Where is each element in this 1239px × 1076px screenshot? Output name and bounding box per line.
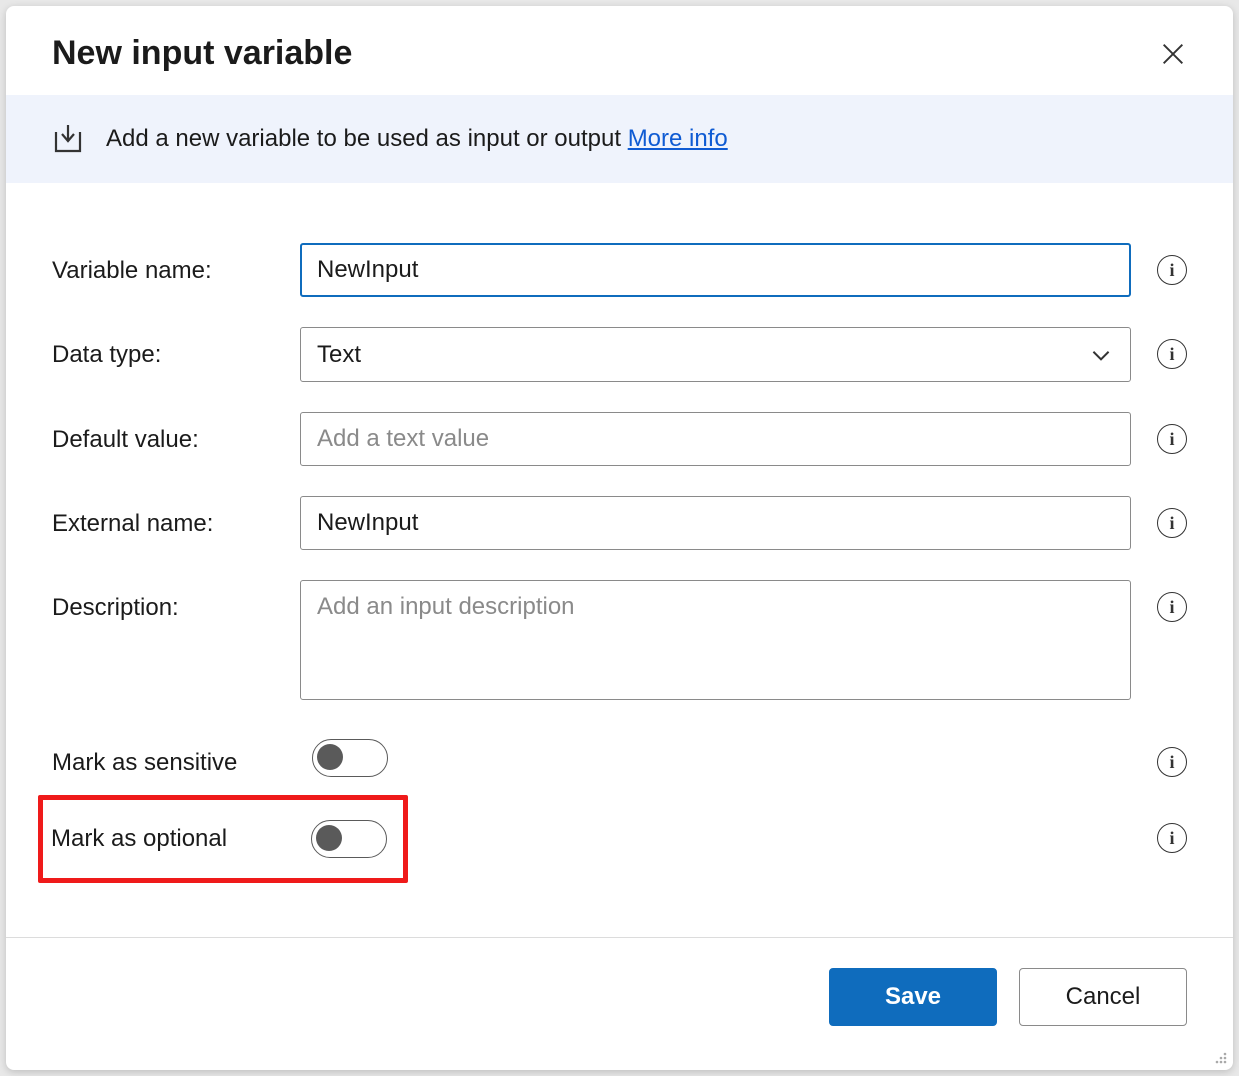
- resize-grip-icon[interactable]: [1211, 1048, 1229, 1066]
- import-icon: [52, 123, 84, 155]
- info-icon[interactable]: i: [1157, 592, 1187, 622]
- info-icon[interactable]: i: [1157, 255, 1187, 285]
- info-icon[interactable]: i: [1157, 508, 1187, 538]
- dialog-footer: Save Cancel: [6, 937, 1233, 1070]
- field-external-name: External name: i: [52, 496, 1187, 550]
- mark-sensitive-label: Mark as sensitive: [52, 735, 312, 777]
- info-icon[interactable]: i: [1157, 823, 1187, 853]
- mark-sensitive-toggle[interactable]: [312, 739, 388, 777]
- description-label: Description:: [52, 580, 300, 622]
- default-value-input[interactable]: [300, 412, 1131, 466]
- save-button[interactable]: Save: [829, 968, 997, 1026]
- default-value-label: Default value:: [52, 412, 300, 454]
- info-bar: Add a new variable to be used as input o…: [6, 95, 1233, 183]
- field-default-value: Default value: i: [52, 412, 1187, 466]
- external-name-input[interactable]: [300, 496, 1131, 550]
- data-type-select[interactable]: Text: [300, 327, 1131, 382]
- field-description: Description: i: [52, 580, 1187, 705]
- info-icon[interactable]: i: [1157, 424, 1187, 454]
- more-info-link[interactable]: More info: [628, 125, 728, 152]
- toggle-thumb: [317, 744, 343, 770]
- data-type-value: Text: [317, 341, 361, 369]
- info-icon[interactable]: i: [1157, 747, 1187, 777]
- dialog-body: Variable name: i Data type: Text i Defau…: [6, 183, 1233, 937]
- field-mark-sensitive: Mark as sensitive i: [52, 735, 1187, 777]
- close-icon: [1159, 40, 1187, 68]
- mark-optional-toggle[interactable]: [311, 820, 387, 858]
- dialog-header: New input variable: [6, 6, 1233, 95]
- cancel-button[interactable]: Cancel: [1019, 968, 1187, 1026]
- chevron-down-icon: [1088, 342, 1114, 368]
- info-icon[interactable]: i: [1157, 339, 1187, 369]
- info-bar-text: Add a new variable to be used as input o…: [106, 125, 728, 153]
- toggle-thumb: [316, 825, 342, 851]
- variable-name-input[interactable]: [300, 243, 1131, 297]
- external-name-label: External name:: [52, 496, 300, 538]
- mark-optional-highlight: Mark as optional: [38, 795, 408, 883]
- variable-name-label: Variable name:: [52, 243, 300, 285]
- mark-optional-label: Mark as optional: [51, 825, 311, 853]
- field-mark-optional-row: Mark as optional i: [52, 795, 1187, 883]
- close-button[interactable]: [1159, 40, 1187, 68]
- dialog-title: New input variable: [52, 34, 352, 73]
- field-variable-name: Variable name: i: [52, 243, 1187, 297]
- description-input[interactable]: [300, 580, 1131, 700]
- data-type-label: Data type:: [52, 327, 300, 369]
- new-input-variable-dialog: New input variable Add a new variable to…: [6, 6, 1233, 1070]
- field-data-type: Data type: Text i: [52, 327, 1187, 382]
